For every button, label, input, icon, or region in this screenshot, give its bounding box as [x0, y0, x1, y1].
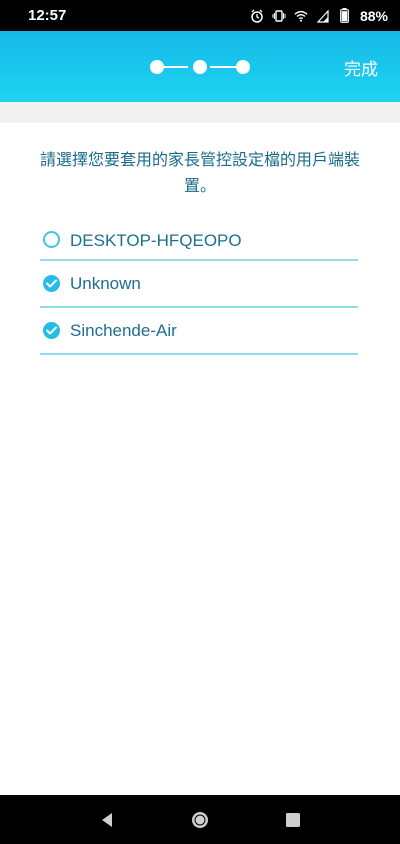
step-dot-3 [236, 60, 250, 74]
vibrate-icon [272, 9, 286, 23]
done-button[interactable]: 完成 [344, 55, 378, 80]
status-bar: 12:57 88% [0, 0, 400, 31]
main-content: 請選擇您要套用的家長管控設定檔的用戶端裝置。 DESKTOP-HFQEOPO U… [0, 123, 400, 795]
battery-percent: 88% [359, 7, 388, 24]
device-row-unknown[interactable]: Unknown [40, 261, 358, 308]
status-icons: 88% [250, 8, 388, 24]
device-name: Sinchende-Air [70, 320, 177, 340]
wifi-icon [294, 9, 308, 23]
radio-checked-icon[interactable] [43, 275, 60, 292]
recents-icon[interactable] [281, 808, 305, 832]
stepper-connector [210, 66, 236, 68]
signal-icon [316, 8, 330, 23]
device-name: DESKTOP-HFQEOPO [70, 231, 242, 250]
navigation-bar [0, 795, 400, 844]
device-list: DESKTOP-HFQEOPO Unknown Sinchende-Air [40, 228, 358, 355]
home-icon[interactable] [188, 808, 212, 832]
back-icon[interactable] [95, 808, 119, 832]
battery-icon [338, 8, 352, 23]
device-name: Unknown [70, 273, 141, 293]
status-time: 12:57 [28, 7, 67, 24]
stepper-connector [162, 66, 188, 68]
instruction-text: 請選擇您要套用的家長管控設定檔的用戶端裝置。 [39, 150, 360, 195]
device-row-sinchende-air[interactable]: Sinchende-Air [40, 308, 358, 355]
header-bar: 完成 [0, 31, 400, 102]
radio-unchecked-icon[interactable] [43, 231, 60, 248]
device-row-desktop-hfqeopo[interactable]: DESKTOP-HFQEOPO [40, 228, 358, 261]
alarm-icon [250, 9, 264, 23]
radio-checked-icon[interactable] [43, 322, 60, 339]
progress-stepper [150, 59, 250, 75]
step-dot-1 [150, 60, 164, 74]
separator-band [0, 102, 400, 123]
step-dot-2 [193, 60, 207, 74]
